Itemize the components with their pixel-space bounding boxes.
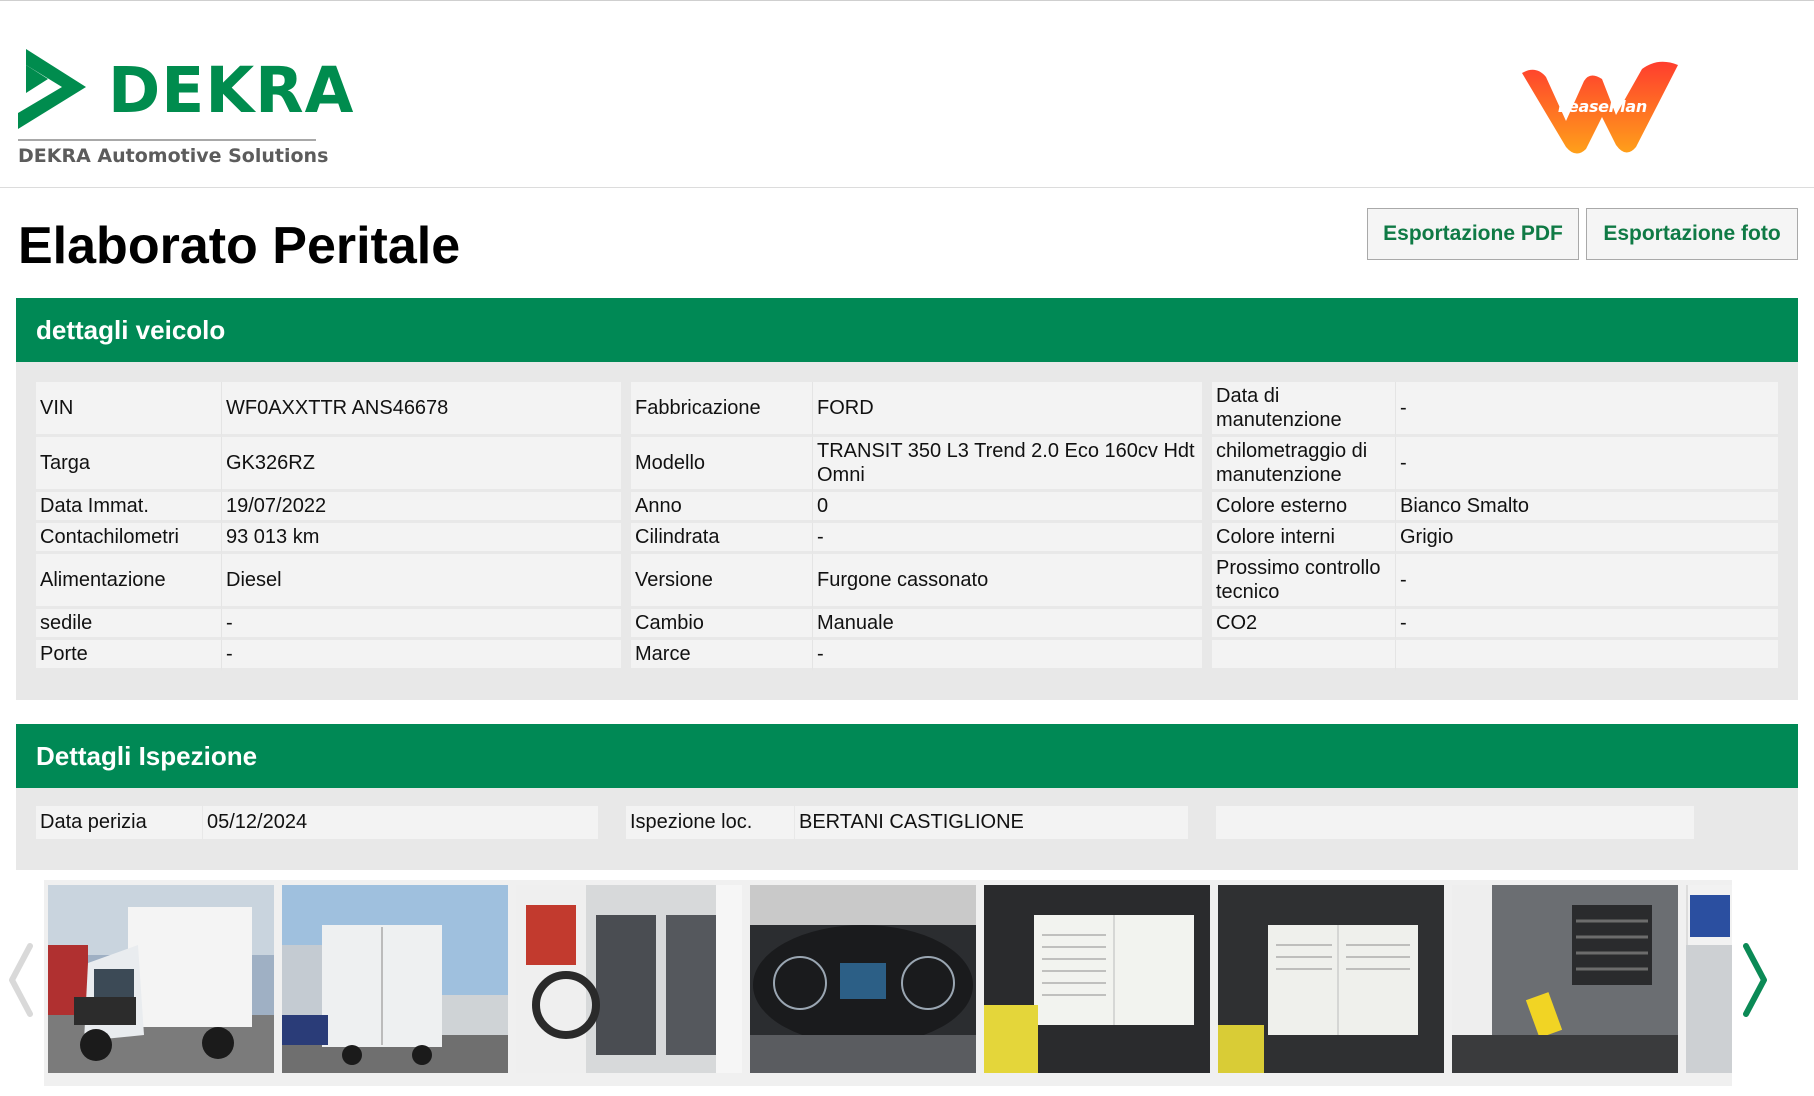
photo-thumbnail-van-front[interactable]	[48, 885, 274, 1073]
vehicle-field-label	[1212, 640, 1396, 671]
column-gap	[621, 437, 631, 492]
vehicle-field-value: Grigio	[1396, 523, 1778, 554]
vehicle-field-value: -	[813, 640, 1202, 671]
vehicle-field-value: Manuale	[813, 609, 1202, 640]
column-gap	[1202, 640, 1212, 671]
vehicle-field-value: 0	[813, 492, 1202, 523]
dekra-wordmark: DEKRA	[108, 54, 355, 127]
vehicle-field-label: Colore interni	[1212, 523, 1396, 554]
page-title: Elaborato Peritale	[18, 217, 461, 275]
vehicle-details-row: Data Immat. 19/07/2022 Anno 0 Colore esterno…	[36, 492, 1778, 523]
photo-gallery	[44, 880, 1732, 1086]
photo-thumbnail-document-on-seat-2[interactable]	[1218, 885, 1444, 1073]
inspection-empty-cell	[1216, 806, 1694, 839]
vehicle-field-label: chilometraggio di manutenzione	[1212, 437, 1396, 492]
vehicle-field-value: -	[1396, 554, 1778, 609]
vehicle-field-label: Anno	[631, 492, 813, 523]
column-gap	[621, 382, 631, 437]
vehicle-field-label: Data di manutenzione	[1212, 382, 1396, 437]
vehicle-field-label: Data Immat.	[36, 492, 222, 523]
vehicle-field-value: -	[222, 609, 621, 640]
inspection-location-value: BERTANI CASTIGLIONE	[795, 806, 1188, 839]
vehicle-field-label: Prossimo controllo tecnico	[1212, 554, 1396, 609]
inspection-details-header: Dettagli Ispezione	[16, 724, 1798, 788]
inspection-date-value: 05/12/2024	[203, 806, 598, 839]
vehicle-details-row: Porte - Marce -	[36, 640, 1778, 671]
dekra-logo: DEKRA DEKRA Automotive Solutions	[18, 47, 353, 175]
page-header: DEKRA DEKRA Automotive Solutions LeasePl…	[0, 0, 1814, 188]
column-gap	[621, 523, 631, 554]
vehicle-field-label: Porte	[36, 640, 222, 671]
vehicle-field-label: Contachilometri	[36, 523, 222, 554]
photo-thumbnail-keys-vent[interactable]	[1452, 885, 1678, 1073]
vehicle-field-label: Cambio	[631, 609, 813, 640]
vehicle-field-value: WF0AXXTTR ANS46678	[222, 382, 621, 437]
vehicle-field-label: VIN	[36, 382, 222, 437]
vehicle-field-value	[1396, 640, 1778, 671]
vehicle-field-label: Marce	[631, 640, 813, 671]
photo-thumbnail-cabin-seats[interactable]	[516, 885, 742, 1073]
vehicle-field-label: CO2	[1212, 609, 1396, 640]
vehicle-field-label: Targa	[36, 437, 222, 492]
vehicle-field-value: Bianco Smalto	[1396, 492, 1778, 523]
vehicle-field-value: TRANSIT 350 L3 Trend 2.0 Eco 160cv Hdt O…	[813, 437, 1202, 492]
vehicle-field-value: 19/07/2022	[222, 492, 621, 523]
column-gap	[621, 609, 631, 640]
vehicle-field-value: 93 013 km	[222, 523, 621, 554]
vehicle-field-label: sedile	[36, 609, 222, 640]
photo-thumbnail-dashboard[interactable]	[750, 885, 976, 1073]
vehicle-field-value: FORD	[813, 382, 1202, 437]
chevron-left-icon[interactable]	[6, 940, 36, 1020]
vehicle-field-value: -	[1396, 609, 1778, 640]
column-gap	[621, 492, 631, 523]
dekra-subtitle: DEKRA Automotive Solutions	[18, 145, 329, 167]
dekra-divider	[18, 139, 316, 141]
leaseplan-text: LeasePlan	[1558, 97, 1647, 116]
column-gap	[1202, 437, 1212, 492]
vehicle-details-row: Targa GK326RZ Modello TRANSIT 350 L3 Trend …	[36, 437, 1778, 492]
column-gap	[621, 640, 631, 671]
vehicle-field-value: -	[813, 523, 1202, 554]
column-gap	[1202, 382, 1212, 437]
vehicle-details-row: sedile - Cambio Manuale CO2-	[36, 609, 1778, 640]
column-gap	[621, 554, 631, 609]
leaseplan-logo: LeasePlan	[1518, 59, 1688, 159]
vehicle-field-value: -	[222, 640, 621, 671]
vehicle-field-value: -	[1396, 382, 1778, 437]
vehicle-details-row: Alimentazione Diesel Versione Furgone casso…	[36, 554, 1778, 609]
vehicle-field-value: Furgone cassonato	[813, 554, 1202, 609]
export-photos-button[interactable]: Esportazione foto	[1586, 208, 1798, 260]
column-gap	[1202, 554, 1212, 609]
column-gap	[1202, 492, 1212, 523]
chevron-right-icon[interactable]	[1740, 940, 1770, 1020]
vehicle-field-value: Diesel	[222, 554, 621, 609]
column-gap	[1202, 609, 1212, 640]
vehicle-field-label: Cilindrata	[631, 523, 813, 554]
vehicle-field-label: Fabbricazione	[631, 382, 813, 437]
vehicle-details-table: VIN WF0AXXTTR ANS46678 Fabbricazione FORD Da…	[36, 382, 1778, 671]
vehicle-details-row: Contachilometri 93 013 km Cilindrata - Color…	[36, 523, 1778, 554]
vehicle-field-value: GK326RZ	[222, 437, 621, 492]
dekra-arrow-icon	[18, 49, 86, 129]
photo-thumbnail-document-on-seat[interactable]	[984, 885, 1210, 1073]
column-gap	[1202, 523, 1212, 554]
vehicle-details-header: dettagli veicolo	[16, 298, 1798, 362]
vehicle-details-row: VIN WF0AXXTTR ANS46678 Fabbricazione FORD Da…	[36, 382, 1778, 437]
inspection-date-label: Data perizia	[36, 806, 202, 839]
photo-thumbnail-license-plate[interactable]	[1686, 885, 1732, 1073]
vehicle-field-label: Alimentazione	[36, 554, 222, 609]
export-pdf-button[interactable]: Esportazione PDF	[1367, 208, 1579, 260]
vehicle-field-value: -	[1396, 437, 1778, 492]
vehicle-field-label: Colore esterno	[1212, 492, 1396, 523]
vehicle-field-label: Modello	[631, 437, 813, 492]
photo-thumbnail-van-rear[interactable]	[282, 885, 508, 1073]
inspection-location-label: Ispezione loc.	[626, 806, 794, 839]
vehicle-field-label: Versione	[631, 554, 813, 609]
